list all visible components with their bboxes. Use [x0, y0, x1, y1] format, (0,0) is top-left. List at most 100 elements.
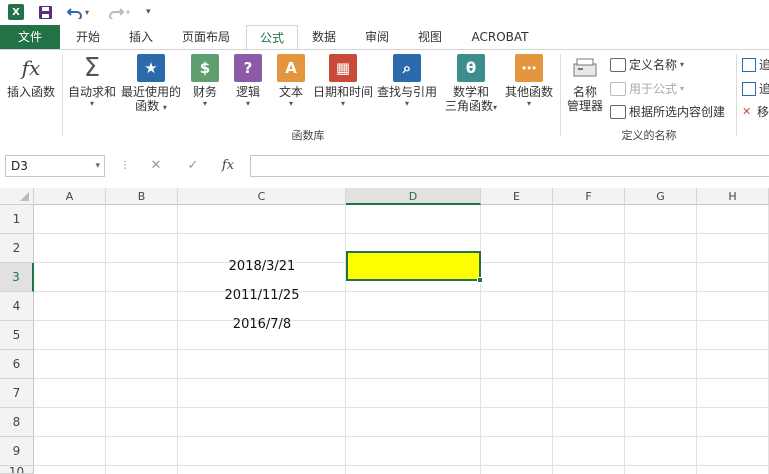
more-functions-button[interactable]: ⋯ 其他函数 ▾ [502, 54, 556, 109]
chevron-down-icon[interactable]: ▾ [95, 156, 100, 176]
remove-arrows-icon: ✕ [742, 104, 752, 118]
undo-button[interactable]: ▾ [67, 3, 89, 21]
ribbon: fx 插入函数 Σ 自动求和 ▾ ★ 最近使用的 函数 ▾ $ 财务 ▾ ? 逻… [0, 49, 769, 146]
name-box[interactable]: D3 ▾ [5, 155, 105, 177]
date-time-button[interactable]: ▦ 日期和时间 ▾ [311, 54, 375, 109]
column-header-a[interactable]: A [34, 188, 106, 205]
cell-c5[interactable]: 2016/7/8 [178, 311, 346, 339]
logical-button[interactable]: ? 逻辑 ▾ [231, 54, 265, 109]
tab-home[interactable]: 开始 [62, 25, 114, 49]
ribbon-separator [736, 54, 737, 136]
magnifier-icon: ⌕ [393, 54, 421, 82]
name-manager-button[interactable]: 名称 管理器 [564, 54, 606, 113]
redo-button[interactable]: ▾ [108, 3, 130, 21]
lookup-reference-label: 查找与引用 [376, 85, 437, 99]
create-from-selection-button[interactable]: 根据所选内容创建 [610, 103, 725, 120]
trace-precedents-button[interactable]: 追 [742, 56, 769, 73]
undo-dropdown[interactable]: ▾ [85, 8, 89, 17]
grid-line [345, 205, 346, 474]
define-name-button[interactable]: 定义名称 ▾ [610, 56, 684, 73]
fill-handle[interactable] [477, 277, 483, 283]
column-header-g[interactable]: G [625, 188, 697, 205]
customize-qat-button[interactable]: ▾ [146, 3, 151, 21]
grid-line [34, 349, 769, 350]
column-header-c[interactable]: C [178, 188, 346, 205]
cancel-formula-button[interactable]: ✕ [143, 155, 169, 177]
remove-arrows-button[interactable]: ✕ 移 [742, 103, 769, 120]
row-header-10[interactable]: 10 [0, 466, 34, 474]
tab-review[interactable]: 审阅 [352, 25, 402, 49]
tab-formulas[interactable]: 公式 [246, 25, 298, 50]
remove-arrows-label: 移 [757, 105, 769, 119]
insert-function-fx-button[interactable]: fx [215, 155, 241, 177]
grid-line [34, 378, 769, 379]
date-time-label: 日期和时间 [312, 85, 373, 99]
function-icon: fx [21, 56, 41, 80]
selected-cell-d3[interactable] [346, 251, 481, 281]
insert-function-label: 插入函数 [6, 85, 55, 99]
formula-bar: D3 ▾ ⋮ ✕ ✓ fx [0, 144, 769, 188]
excel-logo-icon: X [8, 3, 24, 21]
math-trig-label: 数学和 [452, 85, 489, 99]
tab-data[interactable]: 数据 [300, 25, 348, 49]
name-manager-label-2: 管理器 [566, 99, 603, 113]
enter-formula-button[interactable]: ✓ [180, 155, 206, 177]
cell-c3[interactable]: 2018/3/21 [178, 253, 346, 281]
financial-button[interactable]: $ 财务 ▾ [188, 54, 222, 109]
column-header-d[interactable]: D [346, 188, 481, 205]
quick-access-toolbar: X ▾ ▾ ▾ [0, 0, 769, 25]
chevron-down-icon: ▾ [288, 99, 293, 108]
autosum-label: 自动求和 [67, 85, 116, 99]
row-header-1[interactable]: 1 [0, 205, 34, 234]
select-all-corner[interactable] [0, 188, 34, 205]
name-box-value: D3 [11, 159, 28, 173]
autosum-button[interactable]: Σ 自动求和 ▾ [66, 53, 118, 109]
row-header-2[interactable]: 2 [0, 234, 34, 263]
grid-line [34, 465, 769, 466]
tab-file[interactable]: 文件 [0, 25, 60, 49]
row-header-5[interactable]: 5 [0, 321, 34, 350]
chevron-down-icon: ▾ [245, 99, 250, 108]
column-header-f[interactable]: F [553, 188, 625, 205]
more-functions-icon: ⋯ [515, 54, 543, 82]
formula-bar-grip-icon: ⋮ [120, 160, 130, 171]
tab-view[interactable]: 视图 [405, 25, 455, 49]
row-header-9[interactable]: 9 [0, 437, 34, 466]
cell-c4[interactable]: 2011/11/25 [178, 282, 346, 310]
grid-line [34, 436, 769, 437]
tab-acrobat[interactable]: ACROBAT [460, 25, 540, 49]
row-header-6[interactable]: 6 [0, 350, 34, 379]
tab-page-layout[interactable]: 页面布局 [170, 25, 242, 49]
row-header-4[interactable]: 4 [0, 292, 34, 321]
column-header-b[interactable]: B [106, 188, 178, 205]
text-button[interactable]: A 文本 ▾ [274, 54, 308, 109]
create-from-selection-label: 根据所选内容创建 [629, 105, 726, 119]
grid-line [696, 205, 697, 474]
logical-label: 逻辑 [235, 85, 260, 99]
chevron-down-icon: ▾ [404, 99, 409, 108]
chevron-down-icon: ▾ [202, 99, 207, 108]
row-header-8[interactable]: 8 [0, 408, 34, 437]
lookup-reference-button[interactable]: ⌕ 查找与引用 ▾ [376, 54, 438, 109]
math-trig-label-2-text: 三角函数 [444, 99, 493, 113]
tab-insert[interactable]: 插入 [116, 25, 166, 49]
chevron-down-icon: ▾ [162, 103, 167, 112]
trace-dependents-button[interactable]: 追 [742, 80, 769, 97]
function-library-group-label: 函数库 [291, 129, 325, 142]
grid-line [34, 407, 769, 408]
column-header-h[interactable]: H [697, 188, 769, 205]
ribbon-tabs: 文件 开始 插入 页面布局 公式 数据 审阅 视图 ACROBAT [0, 25, 769, 50]
grid-line [177, 205, 178, 474]
recently-used-button[interactable]: ★ 最近使用的 函数 ▾ [120, 54, 182, 115]
save-icon[interactable] [38, 3, 53, 21]
text-label: 文本 [278, 85, 303, 99]
use-in-formula-button[interactable]: 用于公式 ▾ [610, 80, 684, 97]
column-header-e[interactable]: E [481, 188, 553, 205]
grid-line [105, 205, 106, 474]
math-trig-button[interactable]: θ 数学和 三角函数▾ [441, 54, 501, 115]
row-header-7[interactable]: 7 [0, 379, 34, 408]
formula-input[interactable] [250, 155, 769, 177]
row-header-3[interactable]: 3 [0, 263, 34, 292]
insert-function-button[interactable]: fx 插入函数 [4, 54, 58, 99]
redo-dropdown[interactable]: ▾ [126, 8, 130, 17]
